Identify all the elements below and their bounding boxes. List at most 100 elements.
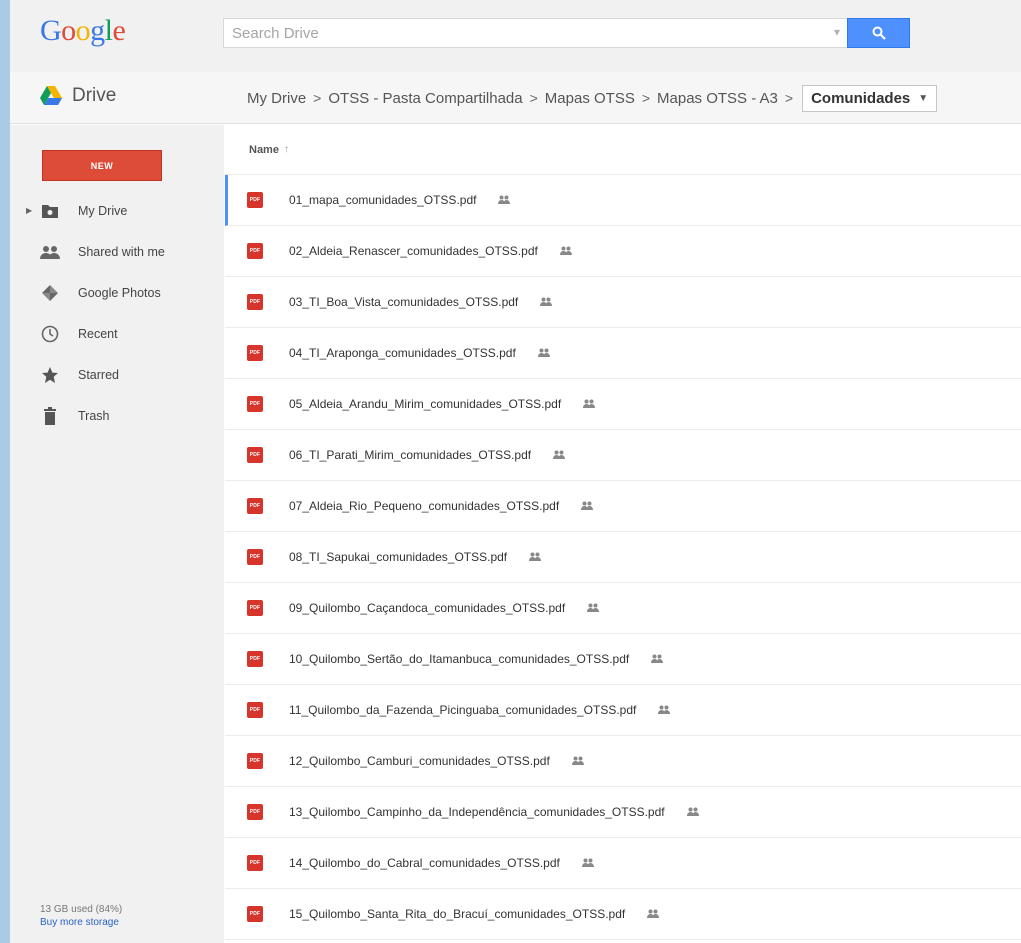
- search-input[interactable]: [224, 19, 814, 47]
- file-name-text: 02_Aldeia_Renascer_comunidades_OTSS.pdf: [289, 243, 538, 258]
- pdf-file-icon: PDF: [247, 294, 263, 310]
- photos-icon: [40, 283, 60, 303]
- file-row[interactable]: PDF 13_Quilombo_Campinho_da_Independência…: [225, 787, 1021, 838]
- breadcrumb-item[interactable]: My Drive: [247, 90, 306, 107]
- file-rows: PDF 01_mapa_comunidades_OTSS.pdf PDF 02_Ald…: [225, 175, 1021, 940]
- drive-logo-icon: [40, 86, 62, 105]
- file-name-text: 07_Aldeia_Rio_Pequeno_comunidades_OTSS.p…: [289, 498, 560, 513]
- pdf-file-icon: PDF: [247, 192, 263, 208]
- file-name: 11_Quilombo_da_Fazenda_Picinguaba_comuni…: [289, 702, 671, 718]
- file-name: 09_Quilombo_Caçandoca_comunidades_OTSS.p…: [289, 601, 600, 616]
- current-folder-label: Comunidades: [811, 89, 911, 107]
- file-name: 01_mapa_comunidades_OTSS.pdf: [289, 192, 511, 208]
- google-logo[interactable]: Google: [40, 14, 126, 48]
- sidebar-item-my-drive[interactable]: ▶ My Drive: [10, 190, 224, 231]
- file-name: 15_Quilombo_Santa_Rita_do_Bracuí_comunid…: [289, 906, 660, 922]
- shared-icon: [658, 703, 671, 717]
- breadcrumb-item[interactable]: Mapas OTSS - A3: [657, 90, 778, 107]
- file-name: 02_Aldeia_Renascer_comunidades_OTSS.pdf: [289, 244, 572, 259]
- shared-icon: [651, 652, 664, 666]
- logo-letter: e: [112, 14, 126, 47]
- sidebar-item-label: Recent: [78, 326, 118, 341]
- file-name: 07_Aldeia_Rio_Pequeno_comunidades_OTSS.p…: [289, 498, 594, 514]
- file-name-text: 12_Quilombo_Camburi_comunidades_OTSS.pdf: [289, 753, 550, 768]
- new-button[interactable]: NEW: [42, 150, 162, 181]
- file-name-text: 04_TI_Araponga_comunidades_OTSS.pdf: [289, 345, 516, 360]
- sidebar-item-label: Shared with me: [78, 244, 165, 259]
- file-row[interactable]: PDF 03_TI_Boa_Vista_comunidades_OTSS.pdf: [225, 277, 1021, 328]
- file-name-text: 10_Quilombo_Sertão_do_Itamanbuca_comunid…: [289, 651, 630, 666]
- file-row[interactable]: PDF 06_TI_Parati_Mirim_comunidades_OTSS.p…: [225, 430, 1021, 481]
- column-name-label: Name: [249, 143, 279, 156]
- file-name-text: 11_Quilombo_da_Fazenda_Picinguaba_comuni…: [289, 702, 637, 717]
- file-row[interactable]: PDF 07_Aldeia_Rio_Pequeno_comunidades_OTS…: [225, 481, 1021, 532]
- file-name-text: 15_Quilombo_Santa_Rita_do_Bracuí_comunid…: [289, 906, 626, 921]
- file-name: 06_TI_Parati_Mirim_comunidades_OTSS.pdf: [289, 448, 566, 463]
- pdf-file-icon: PDF: [247, 753, 263, 769]
- sidebar-nav: ▶ My Drive Shared with me Google Photos Rece…: [10, 190, 224, 436]
- pdf-file-icon: PDF: [247, 243, 263, 259]
- file-row[interactable]: PDF 04_TI_Araponga_comunidades_OTSS.pdf: [225, 328, 1021, 379]
- sidebar-item-trash[interactable]: Trash: [10, 395, 224, 436]
- shared-icon: [587, 601, 600, 615]
- sort-arrow-icon: ↑: [283, 144, 289, 155]
- shared-icon: [537, 346, 550, 360]
- file-row[interactable]: PDF 02_Aldeia_Renascer_comunidades_OTSS.p…: [225, 226, 1021, 277]
- expand-arrow-icon[interactable]: ▶: [26, 206, 32, 215]
- file-row[interactable]: PDF 15_Quilombo_Santa_Rita_do_Bracuí_comu…: [225, 889, 1021, 940]
- storage-info: 13 GB used (84%) Buy more storage: [40, 903, 122, 929]
- file-name-text: 08_TI_Sapukai_comunidades_OTSS.pdf: [289, 549, 508, 564]
- current-folder-dropdown[interactable]: Comunidades ▼: [802, 84, 938, 112]
- pdf-file-icon: PDF: [247, 396, 263, 412]
- file-row[interactable]: PDF 05_Aldeia_Arandu_Mirim_comunidades_OT…: [225, 379, 1021, 430]
- file-row[interactable]: PDF 08_TI_Sapukai_comunidades_OTSS.pdf: [225, 532, 1021, 583]
- pdf-file-icon: PDF: [247, 498, 263, 514]
- file-row[interactable]: PDF 12_Quilombo_Camburi_comunidades_OTSS.…: [225, 736, 1021, 787]
- sidebar: NEW ▶ My Drive Shared with me Google Photos…: [10, 125, 224, 943]
- column-header-name[interactable]: Name ↑: [225, 125, 1021, 175]
- file-name: 08_TI_Sapukai_comunidades_OTSS.pdf: [289, 549, 542, 565]
- search-icon: [872, 26, 886, 40]
- buy-storage-link[interactable]: Buy more storage: [40, 916, 122, 929]
- star-icon: [40, 365, 60, 385]
- sidebar-item-shared-with-me[interactable]: Shared with me: [10, 231, 224, 272]
- shared-icon: [571, 754, 584, 768]
- file-name-text: 14_Quilombo_do_Cabral_comunidades_OTSS.p…: [289, 855, 560, 870]
- sidebar-item-recent[interactable]: Recent: [10, 313, 224, 354]
- logo-letter: g: [90, 14, 105, 47]
- search-box[interactable]: ▾: [223, 18, 849, 48]
- pdf-file-icon: PDF: [247, 804, 263, 820]
- file-name-text: 13_Quilombo_Campinho_da_Independência_co…: [289, 804, 665, 819]
- search-options-icon[interactable]: ▾: [834, 25, 840, 39]
- file-row[interactable]: PDF 01_mapa_comunidades_OTSS.pdf: [225, 175, 1021, 226]
- file-name-text: 01_mapa_comunidades_OTSS.pdf: [289, 192, 477, 207]
- people-icon: [40, 242, 60, 262]
- file-row[interactable]: PDF 14_Quilombo_do_Cabral_comunidades_OTS…: [225, 838, 1021, 889]
- shared-icon: [581, 856, 594, 870]
- file-name-text: 03_TI_Boa_Vista_comunidades_OTSS.pdf: [289, 294, 519, 309]
- pdf-file-icon: PDF: [247, 345, 263, 361]
- drive-brand[interactable]: Drive: [40, 85, 116, 107]
- breadcrumb-item[interactable]: Mapas OTSS: [545, 90, 635, 107]
- breadcrumb: My Drive > OTSS - Pasta Compartilhada > Mapa…: [247, 84, 938, 112]
- file-row[interactable]: PDF 10_Quilombo_Sertão_do_Itamanbuca_comu…: [225, 634, 1021, 685]
- shared-icon: [529, 550, 542, 564]
- shared-icon: [581, 499, 594, 513]
- shared-icon: [647, 907, 660, 921]
- clock-icon: [40, 324, 60, 344]
- search-button[interactable]: [847, 18, 910, 48]
- sidebar-item-label: Google Photos: [78, 285, 161, 300]
- pdf-file-icon: PDF: [247, 600, 263, 616]
- file-list: Name ↑ PDF 01_mapa_comunidades_OTSS.pdf PD…: [225, 125, 1021, 943]
- sidebar-item-google-photos[interactable]: Google Photos: [10, 272, 224, 313]
- file-row[interactable]: PDF 11_Quilombo_da_Fazenda_Picinguaba_com…: [225, 685, 1021, 736]
- chevron-down-icon: ▼: [918, 92, 929, 104]
- pdf-file-icon: PDF: [247, 447, 263, 463]
- sidebar-item-label: Trash: [78, 408, 110, 423]
- breadcrumb-item[interactable]: OTSS - Pasta Compartilhada: [328, 90, 522, 107]
- storage-used-text: 13 GB used (84%): [40, 904, 123, 915]
- file-row[interactable]: PDF 09_Quilombo_Caçandoca_comunidades_OTS…: [225, 583, 1021, 634]
- shared-icon: [686, 805, 699, 819]
- sidebar-item-starred[interactable]: Starred: [10, 354, 224, 395]
- file-name: 10_Quilombo_Sertão_do_Itamanbuca_comunid…: [289, 651, 664, 667]
